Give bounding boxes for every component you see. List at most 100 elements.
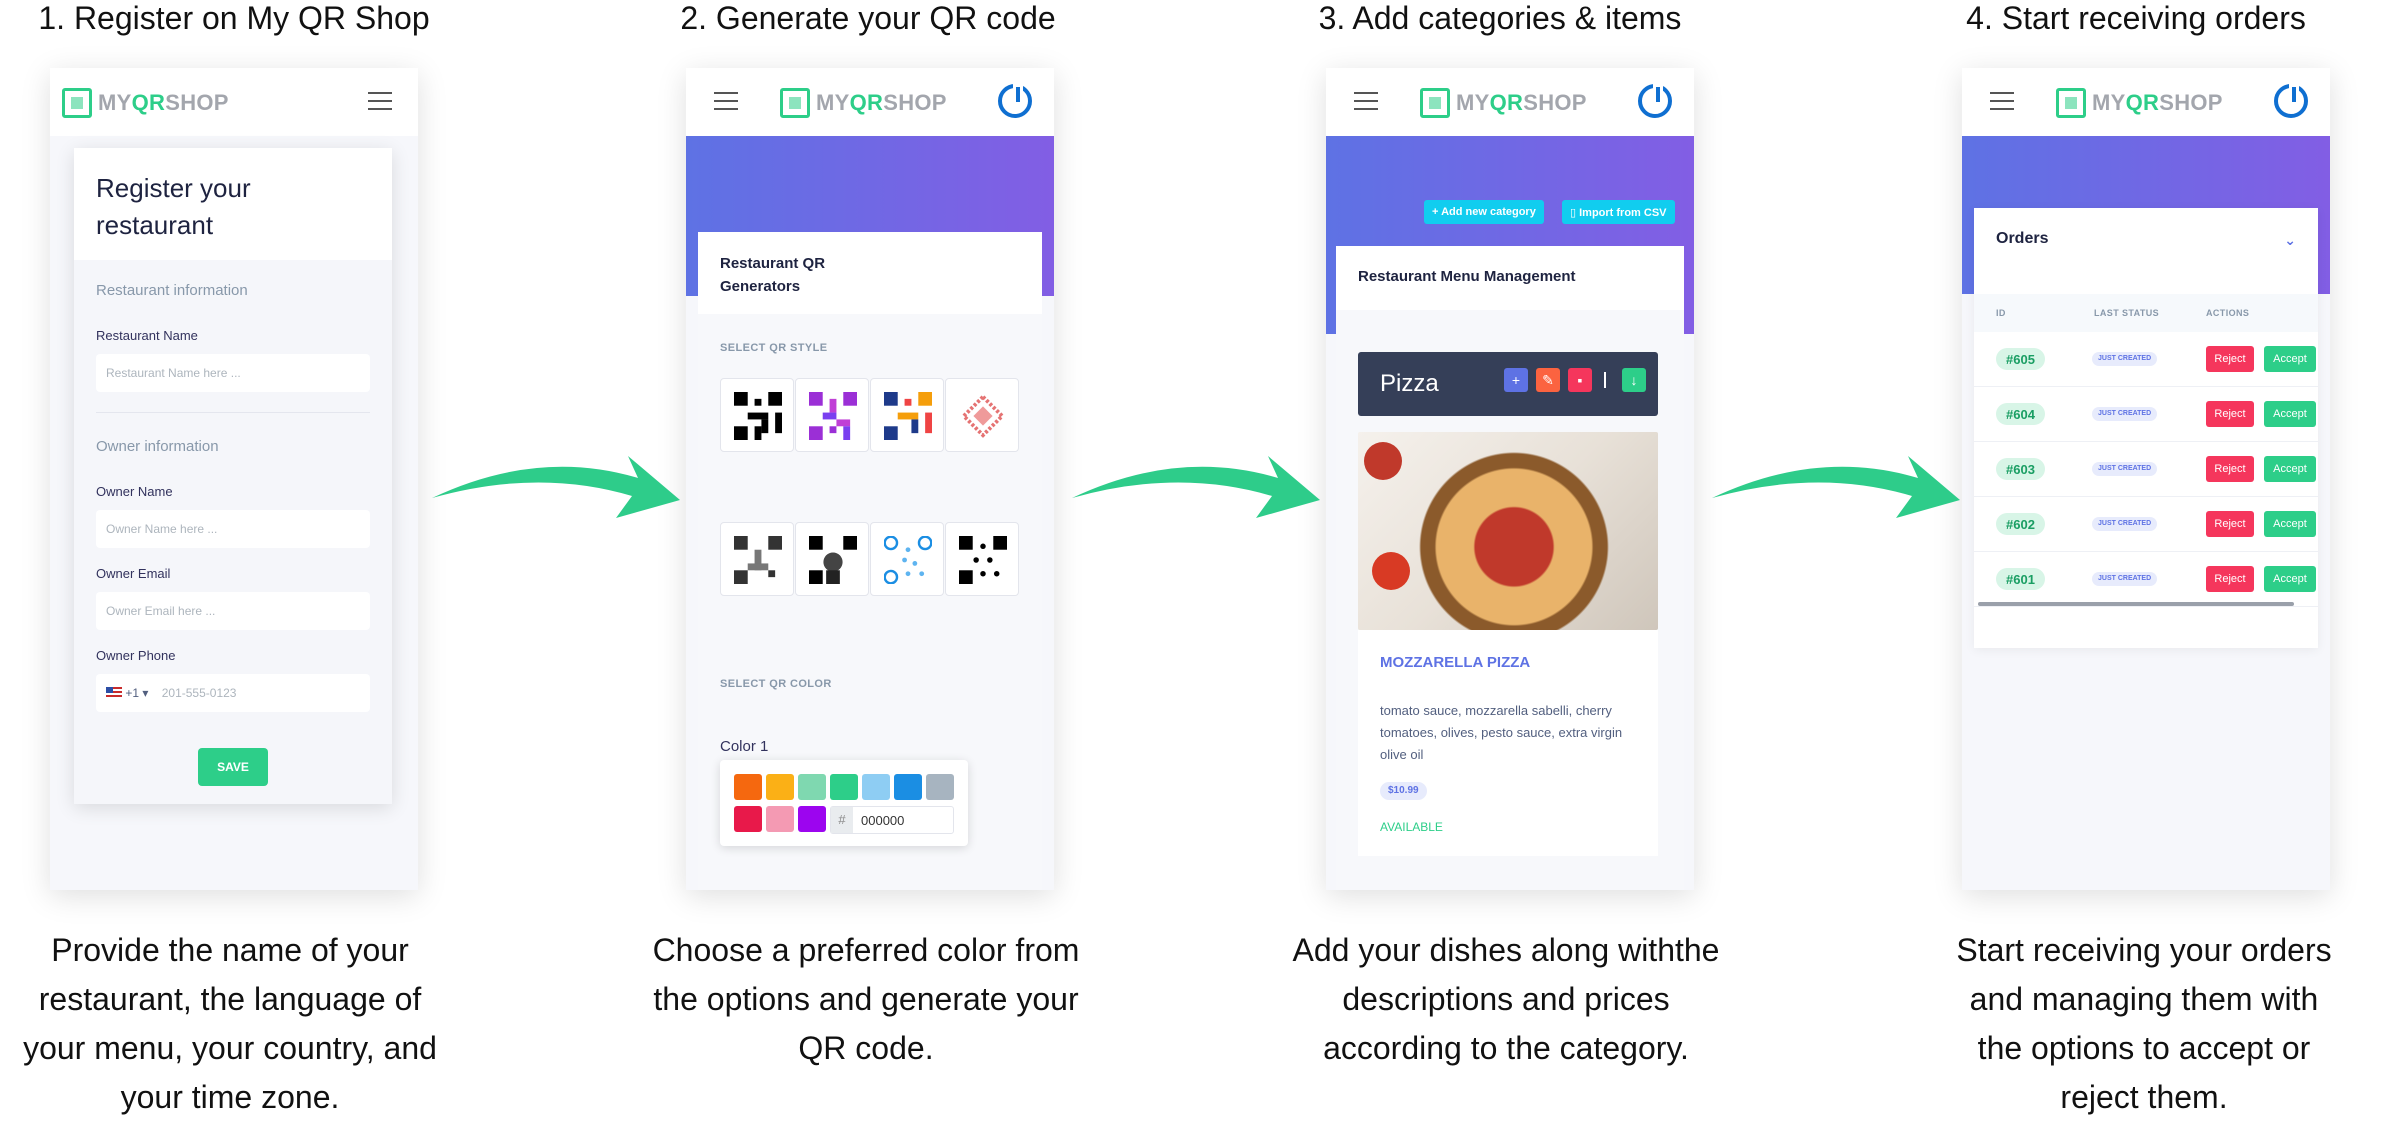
qr-style-gradient[interactable] [870, 378, 944, 452]
menu-phone: MYQRSHOP + Add new category ▯ Import fro… [1326, 68, 1694, 890]
step-3-caption: Add your dishes along withthe description… [1292, 932, 1720, 1066]
logo-icon [780, 88, 810, 118]
register-phone: MYQRSHOP Register your restaurant Restau… [50, 68, 418, 890]
logo: MYQRSHOP [2056, 88, 2223, 118]
accept-button[interactable]: Accept [2264, 456, 2316, 482]
hex-input[interactable]: # 000000 [830, 806, 954, 834]
plus-icon[interactable]: + [1504, 368, 1528, 392]
order-id[interactable]: #604 [1996, 403, 2045, 425]
table-row: #603 JUST CREATED Reject Accept [1974, 442, 2318, 497]
col-id: ID [1996, 308, 2006, 318]
step-2-caption: Choose a preferred color from the options… [652, 932, 1080, 1066]
item-price: $10.99 [1380, 782, 1427, 800]
accept-button[interactable]: Accept [2264, 401, 2316, 427]
qr-style-purple-dots[interactable] [795, 378, 869, 452]
qr-generator-card: Restaurant QR Generators SELECT QR STYLE… [698, 232, 1042, 890]
qr-code-icon [734, 392, 782, 440]
color-swatch[interactable] [798, 806, 826, 832]
item-availability: AVAILABLE [1380, 820, 1443, 834]
color-swatch[interactable] [862, 774, 890, 800]
qr-style-classic[interactable] [720, 378, 794, 452]
step-3-title: 3. Add categories & items [1318, 0, 1682, 36]
order-status-badge: JUST CREATED [2092, 572, 2158, 586]
owner-name-label: Owner Name [96, 484, 173, 499]
reject-button[interactable]: Reject [2206, 346, 2254, 372]
accept-button[interactable]: Accept [2264, 511, 2316, 537]
qr-style-dots[interactable] [945, 522, 1019, 596]
qr-style-portrait[interactable] [795, 522, 869, 596]
qr-code-icon [809, 392, 857, 440]
menu-management-card: Restaurant Menu Management Pizza + ✎ ▪ ↓… [1336, 246, 1684, 890]
phone-country-code[interactable]: +1 ▾ [125, 686, 148, 700]
us-flag-icon[interactable] [106, 687, 122, 698]
hamburger-menu-icon[interactable] [1990, 92, 2014, 110]
reject-button[interactable]: Reject [2206, 511, 2254, 537]
power-icon[interactable] [1638, 84, 1672, 118]
logo: MYQRSHOP [62, 88, 229, 118]
arrow-2-icon [1072, 456, 1320, 518]
color-swatch[interactable] [894, 774, 922, 800]
edit-icon[interactable]: ✎ [1536, 368, 1560, 392]
color-swatch[interactable] [926, 774, 954, 800]
order-id[interactable]: #602 [1996, 513, 2045, 535]
qr-style-blue-circles[interactable] [870, 522, 944, 596]
reject-button[interactable]: Reject [2206, 401, 2254, 427]
reject-button[interactable]: Reject [2206, 456, 2254, 482]
accept-button[interactable]: Accept [2264, 566, 2316, 592]
select-qr-color-label: SELECT QR COLOR [720, 678, 832, 690]
color-swatch[interactable] [734, 806, 762, 832]
hamburger-menu-icon[interactable] [368, 92, 392, 110]
trash-icon[interactable]: ▪ [1568, 368, 1592, 392]
col-actions: ACTIONS [2206, 308, 2250, 318]
order-id[interactable]: #605 [1996, 348, 2045, 370]
arrow-down-icon[interactable]: ↓ [1622, 368, 1646, 392]
reject-button[interactable]: Reject [2206, 566, 2254, 592]
orders-card: Orders ⌄ ID LAST STATUS ACTIONS #605 JUST… [1974, 208, 2318, 648]
color-palette: # 000000 [720, 760, 968, 846]
owner-info-section: Owner information [96, 438, 219, 455]
hash-prefix: # [831, 807, 853, 833]
color-swatch[interactable] [766, 806, 794, 832]
logo-icon [2056, 88, 2086, 118]
step-4-title: 4. Start receiving orders [1966, 0, 2306, 36]
item-name: MOZZARELLA PIZZA [1380, 654, 1531, 671]
order-id[interactable]: #603 [1996, 458, 2045, 480]
qr-style-squares[interactable] [720, 522, 794, 596]
category-title: Pizza [1380, 370, 1439, 397]
owner-phone-input[interactable]: +1 ▾ 201-555-0123 [96, 674, 370, 712]
restaurant-name-input[interactable]: Restaurant Name here ... [96, 354, 370, 392]
tomato-decoration [1372, 552, 1410, 590]
owner-email-label: Owner Email [96, 566, 171, 581]
add-category-button[interactable]: + Add new category [1424, 200, 1544, 224]
owner-name-input[interactable]: Owner Name here ... [96, 510, 370, 548]
pizza-image [1358, 432, 1658, 630]
color-swatch[interactable] [830, 774, 858, 800]
register-card: Register your restaurant Restaurant info… [74, 148, 392, 804]
accept-button[interactable]: Accept [2264, 346, 2316, 372]
menu-item-card[interactable]: MOZZARELLA PIZZA tomato sauce, mozzarell… [1358, 630, 1658, 856]
color-swatch[interactable] [734, 774, 762, 800]
import-csv-button[interactable]: ▯ Import from CSV [1562, 200, 1675, 224]
qr-topbar: MYQRSHOP [686, 68, 1054, 136]
color-swatch[interactable] [766, 774, 794, 800]
scrollbar[interactable] [1978, 602, 2294, 606]
qr-heading: Restaurant QR Generators [698, 232, 1042, 314]
order-id[interactable]: #601 [1996, 568, 2045, 590]
power-icon[interactable] [998, 84, 1032, 118]
section-divider [96, 412, 370, 413]
orders-phone: MYQRSHOP Orders ⌄ ID LAST STATUS ACTIONS… [1962, 68, 2330, 890]
qr-style-diamond[interactable] [945, 378, 1019, 452]
save-button[interactable]: SAVE [198, 748, 268, 786]
order-status-badge: JUST CREATED [2092, 517, 2158, 531]
table-row: #605 JUST CREATED Reject Accept [1974, 332, 2318, 387]
step-1-title: 1. Register on My QR Shop [38, 0, 430, 36]
hamburger-menu-icon[interactable] [1354, 92, 1378, 110]
owner-email-input[interactable]: Owner Email here ... [96, 592, 370, 630]
hamburger-menu-icon[interactable] [714, 92, 738, 110]
step-4-caption: Start receiving your orders and managing … [1956, 932, 2332, 1115]
table-row: #601 JUST CREATED Reject Accept [1974, 552, 2318, 607]
color-swatch[interactable] [798, 774, 826, 800]
power-icon[interactable] [2274, 84, 2308, 118]
chevron-down-icon[interactable]: ⌄ [2284, 232, 2296, 249]
item-description: tomato sauce, mozzarella sabelli, cherry… [1380, 703, 1623, 762]
